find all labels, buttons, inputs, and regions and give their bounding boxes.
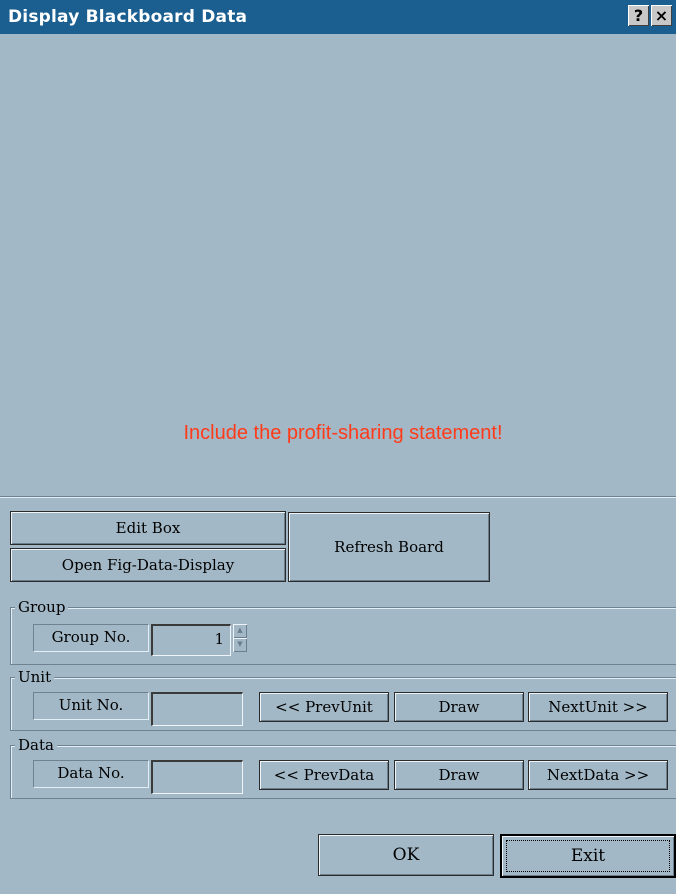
- group-no-spinner[interactable]: ▲ ▼: [233, 624, 247, 652]
- refresh-board-button[interactable]: Refresh Board: [288, 512, 490, 582]
- unit-no-field[interactable]: [151, 692, 243, 726]
- data-section-title: Data: [15, 735, 57, 755]
- group-section-title: Group: [15, 597, 69, 617]
- dialog-window: Display Blackboard Data ? × Include the …: [0, 0, 676, 894]
- prev-data-button[interactable]: << PrevData: [259, 760, 389, 790]
- close-icon[interactable]: ×: [651, 5, 672, 26]
- ok-button[interactable]: OK: [318, 834, 494, 876]
- data-section: Data Data No. << PrevData Draw NextData …: [10, 735, 676, 799]
- title-bar[interactable]: Display Blackboard Data ? ×: [0, 0, 676, 34]
- unit-section-title: Unit: [15, 667, 55, 687]
- group-no-label: Group No.: [33, 624, 149, 652]
- draw-unit-button[interactable]: Draw: [394, 692, 524, 722]
- draw-data-button[interactable]: Draw: [394, 760, 524, 790]
- data-no-label: Data No.: [33, 760, 149, 788]
- next-unit-button[interactable]: NextUnit >>: [528, 692, 668, 722]
- prev-unit-button[interactable]: << PrevUnit: [259, 692, 389, 722]
- spinner-up-icon[interactable]: ▲: [233, 624, 247, 638]
- blackboard-display: Include the profit-sharing statement!: [0, 34, 676, 496]
- group-section: Group Group No. 1 ▲ ▼: [10, 597, 676, 665]
- board-message: Include the profit-sharing statement!: [183, 422, 503, 444]
- data-no-field[interactable]: [151, 760, 243, 794]
- window-title: Display Blackboard Data: [8, 7, 248, 27]
- unit-no-label: Unit No.: [33, 692, 149, 720]
- divider: [0, 496, 676, 498]
- exit-button[interactable]: Exit: [500, 834, 676, 878]
- spinner-down-icon[interactable]: ▼: [233, 638, 247, 652]
- group-no-field[interactable]: 1: [151, 624, 231, 656]
- unit-section: Unit Unit No. << PrevUnit Draw NextUnit …: [10, 667, 676, 731]
- open-fig-data-display-button[interactable]: Open Fig-Data-Display: [10, 548, 286, 582]
- next-data-button[interactable]: NextData >>: [528, 760, 668, 790]
- edit-box-button[interactable]: Edit Box: [10, 511, 286, 545]
- help-icon[interactable]: ?: [628, 5, 649, 26]
